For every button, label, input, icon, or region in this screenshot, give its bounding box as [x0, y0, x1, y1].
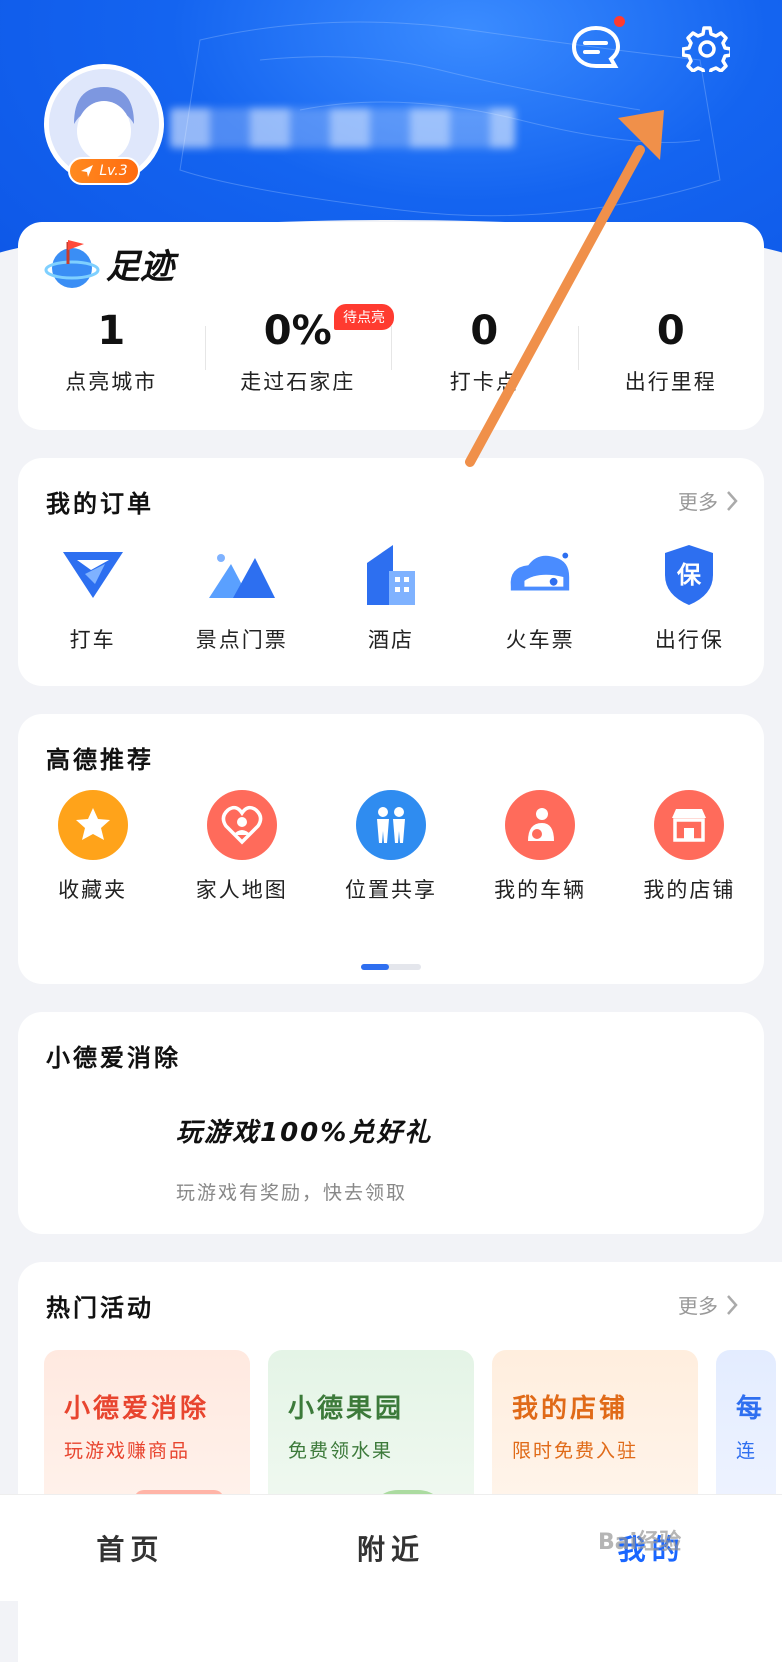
stat-checkins[interactable]: 0 打卡点 — [391, 306, 578, 396]
level-badge: Lv.3 — [68, 157, 140, 185]
events-title: 热门活动 — [46, 1294, 154, 1322]
heart-icon — [206, 790, 277, 860]
navigation-arrow-icon — [81, 165, 94, 177]
message-icon — [571, 25, 621, 68]
grid-label: 收藏夹 — [58, 878, 128, 902]
events-card: 热门活动 更多 小德爱消除 玩游戏赚商品 小德果园 免费领水果 我的店铺 限时免… — [18, 1262, 782, 1662]
people-icon — [355, 790, 426, 860]
message-button[interactable] — [568, 20, 624, 76]
footprint-stats: 1 点亮城市 0% 走过石家庄 0 打卡点 0 出行里程 待点亮 — [18, 304, 765, 396]
rec-family-map[interactable]: 家人地图 — [167, 790, 316, 904]
recommend-grid: 收藏夹 家人地图 位置共享 我的车辆 我的店铺 — [18, 790, 764, 904]
recommend-title: 高德推荐 — [46, 746, 154, 774]
grid-label: 位置共享 — [344, 878, 437, 902]
grid-label: 出行保 — [654, 628, 724, 652]
event-subtitle: 连 — [736, 1440, 758, 1462]
orders-grid: 打车 景点门票 酒店 火车票 保 出行保 — [18, 540, 764, 654]
chevron-right-icon — [727, 490, 738, 511]
event-title: 每 — [736, 1394, 766, 1424]
shop-icon — [654, 790, 725, 860]
grid-label: 打车 — [69, 628, 116, 652]
hotel-icon — [356, 540, 426, 610]
order-insurance[interactable]: 保 出行保 — [615, 540, 764, 654]
level-text: Lv.3 — [99, 163, 128, 179]
tab-home[interactable]: 首页 — [0, 1495, 261, 1601]
game-subtitle: 玩游戏有奖励，快去领取 — [176, 1182, 408, 1204]
page-indicator-active — [361, 964, 389, 970]
stat-label: 打卡点 — [449, 370, 519, 394]
orders-title: 我的订单 — [46, 490, 154, 518]
rec-location-share[interactable]: 位置共享 — [316, 790, 465, 904]
shield-icon: 保 — [654, 540, 724, 610]
svg-text:保: 保 — [676, 561, 702, 589]
chevron-right-icon — [727, 1294, 738, 1315]
event-subtitle: 限时免费入驻 — [512, 1440, 639, 1462]
events-more-link[interactable]: 更多 — [678, 1290, 738, 1319]
event-subtitle: 玩游戏赚商品 — [64, 1440, 191, 1462]
tab-nearby[interactable]: 附近 — [261, 1495, 522, 1601]
taxi-icon — [58, 540, 128, 610]
stat-value: 0 — [470, 308, 499, 354]
status-badge: 待点亮 — [334, 304, 394, 330]
grid-label: 我的车辆 — [494, 878, 587, 902]
star-icon — [57, 790, 128, 860]
event-subtitle: 免费领水果 — [288, 1440, 394, 1462]
orders-card: 我的订单 更多 打车 景点门票 酒店 火车票 保 出行保 — [18, 458, 764, 686]
game-title: 小德爱消除 — [46, 1044, 181, 1072]
stat-label: 走过石家庄 — [240, 370, 356, 394]
event-title: 小德爱消除 — [64, 1394, 210, 1424]
footprint-card[interactable]: 足迹 1 点亮城市 0% 走过石家庄 0 打卡点 0 出行里程 待点亮 — [18, 222, 764, 430]
event-title: 小德果园 — [288, 1394, 405, 1424]
grid-label: 景点门票 — [195, 628, 288, 652]
train-icon — [505, 540, 575, 610]
order-train[interactable]: 火车票 — [466, 540, 615, 654]
more-label: 更多 — [678, 490, 718, 514]
gear-icon — [682, 26, 730, 72]
rec-favorites[interactable]: 收藏夹 — [18, 790, 167, 904]
order-tickets[interactable]: 景点门票 — [167, 540, 316, 654]
driver-icon — [505, 790, 576, 860]
stat-mileage[interactable]: 0 出行里程 — [577, 306, 765, 396]
page-indicator — [361, 964, 421, 970]
recommend-card: 高德推荐 收藏夹 家人地图 位置共享 我的车辆 我的店铺 — [18, 714, 764, 984]
stat-label: 出行里程 — [624, 370, 717, 394]
rec-my-shop[interactable]: 我的店铺 — [615, 790, 764, 904]
grid-label: 酒店 — [367, 628, 414, 652]
watermark: Bai经验 — [598, 1530, 682, 1555]
event-title: 我的店铺 — [512, 1394, 629, 1424]
notification-dot — [614, 16, 625, 27]
username-blurred — [170, 108, 515, 148]
order-hotel[interactable]: 酒店 — [316, 540, 465, 654]
rec-my-vehicle[interactable]: 我的车辆 — [466, 790, 615, 904]
grid-label: 家人地图 — [195, 878, 288, 902]
grid-label: 我的店铺 — [643, 878, 736, 902]
grid-label: 火车票 — [505, 628, 575, 652]
footprint-logo: 足迹 — [44, 234, 174, 292]
stat-value: 1 — [97, 308, 126, 354]
stat-value: 0 — [656, 308, 685, 354]
orders-more-link[interactable]: 更多 — [678, 486, 738, 515]
settings-button[interactable] — [678, 20, 734, 76]
mountain-icon — [207, 540, 277, 610]
footprint-title: 足迹 — [106, 246, 174, 287]
stat-label: 点亮城市 — [65, 370, 158, 394]
game-headline: 玩游戏100%兑好礼 — [176, 1118, 433, 1148]
stat-cities[interactable]: 1 点亮城市 — [18, 306, 205, 396]
globe-flag-icon — [44, 240, 100, 288]
order-taxi[interactable]: 打车 — [18, 540, 167, 654]
more-label: 更多 — [678, 1294, 718, 1318]
game-card[interactable]: 小德爱消除 玩游戏100%兑好礼 玩游戏有奖励，快去领取 — [18, 1012, 764, 1234]
